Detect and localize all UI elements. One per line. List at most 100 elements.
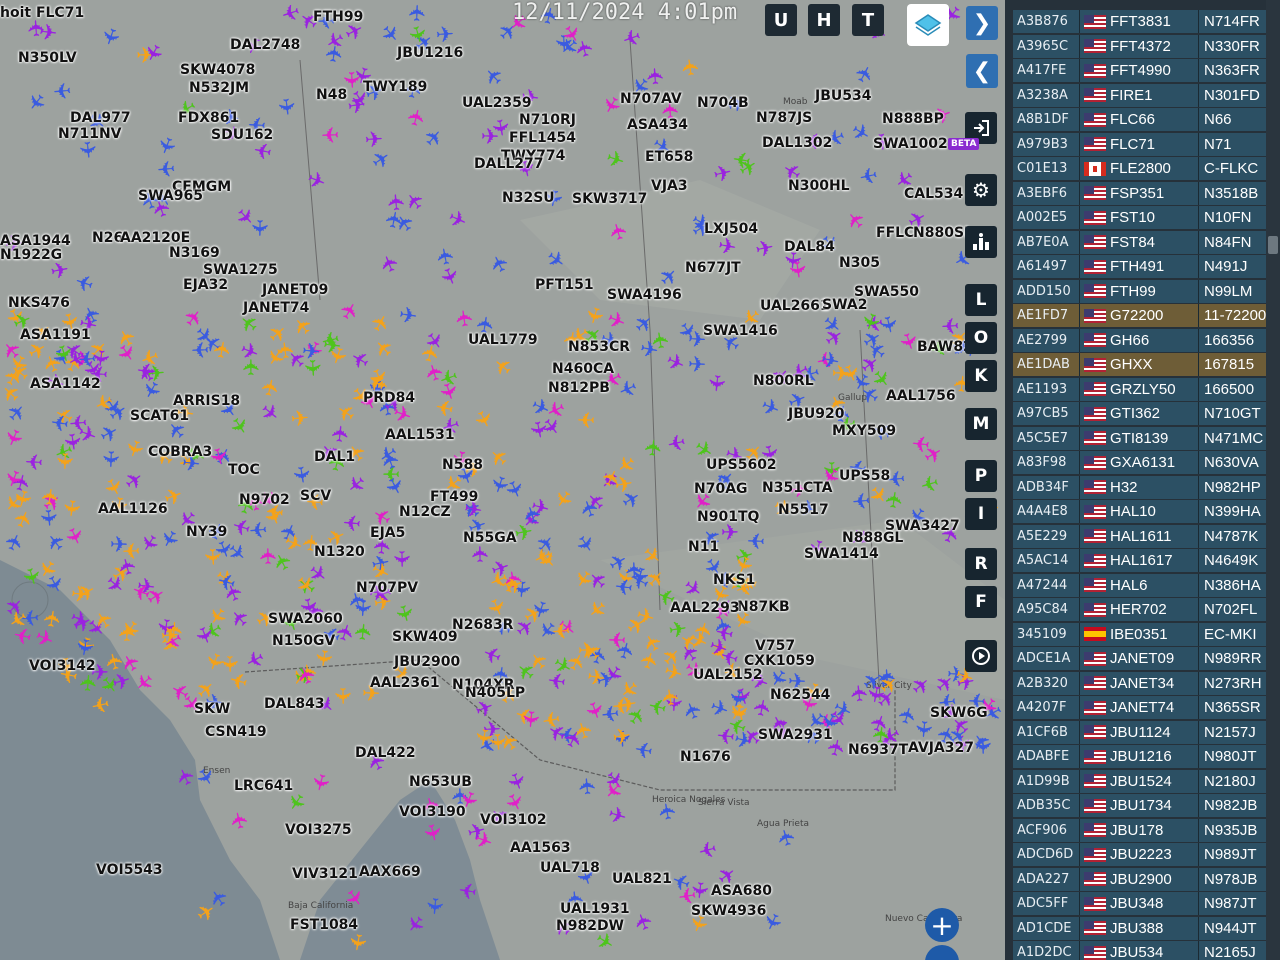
aircraft-callsign-label[interactable]: SWA2060 [268,612,343,626]
aircraft-callsign-label[interactable]: N405LP [465,686,525,700]
aircraft-icon[interactable]: ✈ [351,620,378,644]
aircraft-icon[interactable]: ✈ [644,64,670,87]
h-button[interactable]: H [808,4,840,36]
aircraft-callsign-label[interactable]: N305 [839,256,880,270]
aircraft-callsign-label[interactable]: N704B [697,96,749,110]
aircraft-callsign-label[interactable]: NKS1 [713,573,755,587]
aircraft-icon[interactable]: ✈ [678,55,705,80]
aircraft-icon[interactable]: ✈ [468,725,496,750]
aircraft-callsign-label[interactable]: N150GV [272,634,335,648]
aircraft-callsign-label[interactable]: N707PV [356,581,418,595]
aircraft-callsign-label[interactable]: SKW [194,702,230,716]
aircraft-callsign-label[interactable]: N5517 [778,503,829,517]
aircraft-callsign-label[interactable]: N901TQ [697,510,759,524]
aircraft-callsign-label[interactable]: UAL2359 [462,96,532,110]
aircraft-callsign-label[interactable]: N711NV [58,127,122,141]
aircraft-callsign-label[interactable]: N70AG [694,482,748,496]
zoom-in-button[interactable]: + [925,908,959,942]
aircraft-callsign-label[interactable]: CXK1059 [744,654,815,668]
aircraft-icon[interactable]: ✈ [663,427,689,456]
aircraft-row[interactable]: A1CF6B JBU1124 N2157J [1013,720,1270,744]
i-button[interactable]: I [965,498,997,530]
aircraft-row[interactable]: ADABFE JBU1216 N980JT [1013,745,1270,768]
aircraft-callsign-label[interactable]: MXY509 [832,424,896,438]
aircraft-callsign-label[interactable]: NKS476 [8,296,70,310]
aircraft-callsign-label[interactable]: VOI3142 [29,659,96,673]
aircraft-callsign-label[interactable]: SWA4196 [607,288,682,302]
aircraft-callsign-label[interactable]: JBU920 [788,407,844,421]
aircraft-row[interactable]: AE1193 GRZLY50 166500 [1013,377,1270,401]
aircraft-callsign-label[interactable]: N532JM [189,81,249,95]
aircraft-icon[interactable]: ✈ [57,429,84,454]
aircraft-icon[interactable]: ✈ [154,154,178,181]
aircraft-callsign-label[interactable]: COBRA3 [148,445,212,459]
aircraft-callsign-label[interactable]: AVJA327 [908,741,974,755]
aircraft-callsign-label[interactable]: FST1084 [290,918,358,932]
m-button[interactable]: M [965,408,997,440]
aircraft-callsign-label[interactable]: AAL2293 [670,601,740,615]
aircraft-callsign-label[interactable]: N12CZ [399,505,451,519]
aircraft-icon[interactable]: ✈ [362,127,385,153]
aircraft-callsign-label[interactable]: AAL1531 [385,428,455,442]
aircraft-row[interactable]: A83F98 GXA6131 N630VA [1013,451,1270,474]
aircraft-row[interactable]: A002E5 FST10 N10FN [1013,206,1270,229]
aircraft-callsign-label[interactable]: FT499 [430,490,478,504]
panel-scrollbar[interactable] [1266,0,1280,960]
aircraft-icon[interactable]: ✈ [598,699,623,726]
aircraft-row[interactable]: A3965C FFT4372 N330FR [1013,34,1270,58]
aircraft-row[interactable]: ADB34F H32 N982HP [1013,475,1270,499]
u-button[interactable]: U [765,4,797,36]
aircraft-icon[interactable]: ✈ [658,684,686,709]
aircraft-icon[interactable]: ✈ [10,620,36,648]
replay-button[interactable] [965,640,997,672]
aircraft-row[interactable]: A3EBF6 FSP351 N3518B [1013,181,1270,205]
aircraft-callsign-label[interactable]: N880SI [913,226,969,240]
aircraft-callsign-label[interactable]: N350LV [18,51,77,65]
aircraft-row[interactable]: A1D99B JBU1524 N2180J [1013,769,1270,793]
aircraft-callsign-label[interactable]: UAL821 [612,872,672,886]
aircraft-icon[interactable]: ✈ [328,422,355,446]
f-button[interactable]: F [965,586,997,618]
aircraft-callsign-label[interactable]: PFT151 [535,278,594,292]
aircraft-callsign-label[interactable]: N707AV [620,92,682,106]
aircraft-row[interactable]: AE1DAB GHXX 167815 [1013,353,1270,376]
aircraft-row[interactable]: C01E13 FLE2800 C-FLKC [1013,157,1270,180]
aircraft-icon[interactable]: ✈ [433,243,461,269]
aircraft-icon[interactable]: ✈ [116,622,141,644]
aircraft-callsign-label[interactable]: PRD84 [363,391,415,405]
aircraft-callsign-label[interactable]: SCV [300,489,331,503]
aircraft-icon[interactable]: ✈ [246,217,271,239]
aircraft-icon[interactable]: ✈ [783,257,810,282]
aircraft-row[interactable]: ADCE1A JANET09 N989RR [1013,647,1270,670]
aircraft-row[interactable]: A1D2DC JBU534 N2165J [1013,941,1270,960]
aircraft-callsign-label[interactable]: SWA1275 [203,263,278,277]
aircraft-row[interactable]: AE1FD7 G72200 11-72200 [1013,304,1270,327]
aircraft-callsign-label[interactable]: SWA550 [854,285,919,299]
aircraft-callsign-label[interactable]: N300HL [788,179,850,193]
aircraft-callsign-label[interactable]: UPS5602 [706,458,777,472]
k-button[interactable]: K [965,360,997,392]
aircraft-row[interactable]: A61497 FTH491 N491J [1013,255,1270,278]
aircraft-icon[interactable]: ✈ [403,104,432,131]
aircraft-callsign-label[interactable]: ET658 [645,150,693,164]
flight-map[interactable]: Moab Gallup Silver City Heroica Nogales Sier… [0,0,1005,960]
aircraft-callsign-label[interactable]: DAL422 [355,746,416,760]
aircraft-callsign-label[interactable]: DAL2748 [230,38,300,52]
aircraft-row[interactable]: AE2799 GH66 166356 [1013,328,1270,352]
aircraft-row[interactable]: A2B320 JANET34 N273RH [1013,671,1270,695]
aircraft-callsign-label[interactable]: SWA965 [138,189,203,203]
aircraft-icon[interactable]: ✈ [549,617,573,644]
aircraft-icon[interactable]: ✈ [48,408,73,435]
aircraft-icon[interactable]: ✈ [288,406,312,433]
aircraft-row[interactable]: A95C84 HER702 N702FL [1013,598,1270,621]
aircraft-row[interactable]: ADCD6D JBU2223 N989JT [1013,843,1270,866]
aircraft-callsign-label[interactable]: JANET09 [262,283,328,297]
aircraft-callsign-label[interactable]: N888BP [882,112,944,126]
aircraft-row[interactable]: ADC5FF JBU348 N987JT [1013,892,1270,915]
aircraft-icon[interactable]: ✈ [631,735,656,763]
aircraft-callsign-label[interactable]: N800RL [753,374,814,388]
aircraft-callsign-label[interactable]: N460CA [552,362,614,376]
aircraft-callsign-label[interactable]: SKW3717 [572,192,647,206]
aircraft-callsign-label[interactable]: JBU534 [815,89,871,103]
aircraft-callsign-label[interactable]: SKW6G [930,706,988,720]
